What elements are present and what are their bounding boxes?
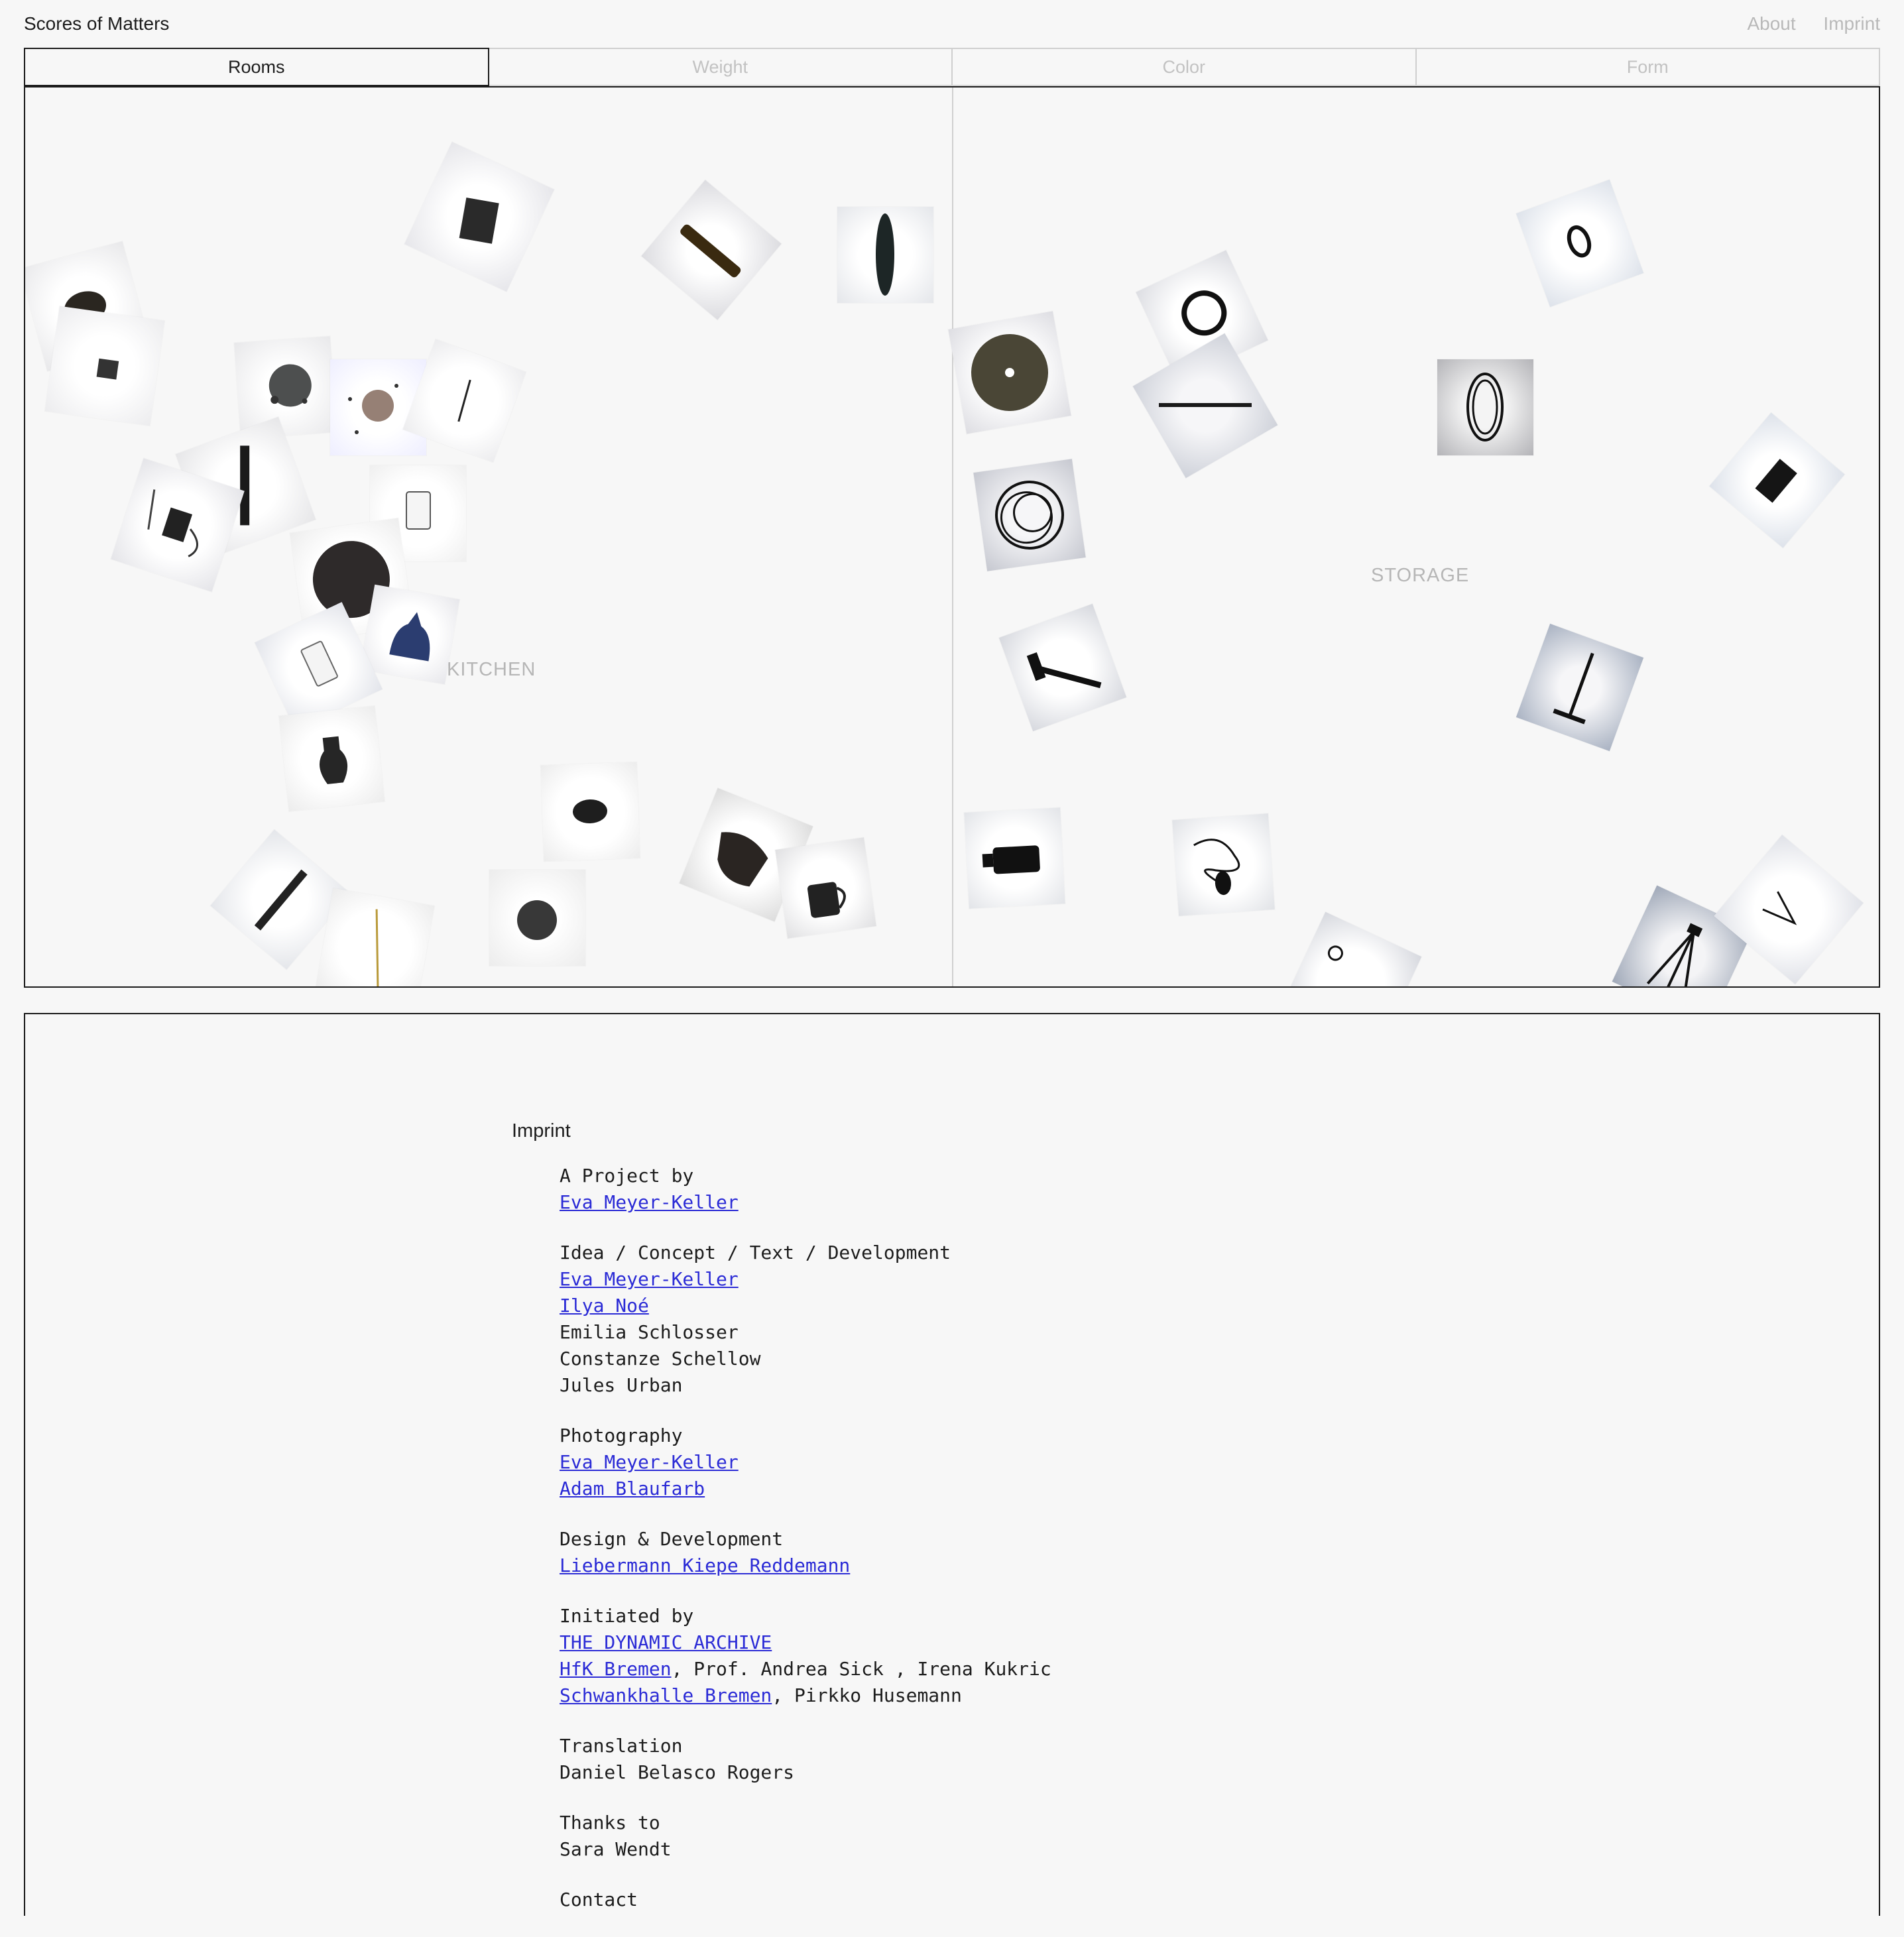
object-stage: KITCHEN STORAGE — [24, 86, 1880, 988]
nav-about-link[interactable]: About — [1747, 13, 1795, 34]
credit-label: Initiated by — [560, 1605, 694, 1627]
credit-link[interactable]: Eva Meyer-Keller — [560, 1191, 739, 1213]
object-photo[interactable] — [1516, 623, 1644, 752]
object-photo[interactable] — [998, 603, 1127, 732]
credit-group-initiated: Initiated by THE DYNAMIC ARCHIVE HfK Bre… — [560, 1603, 1051, 1709]
imprint-panel: Imprint A Project by Eva Meyer-Keller Id… — [24, 1013, 1880, 1916]
object-photo[interactable] — [1172, 813, 1275, 916]
credit-name: , Prof. Andrea Sick , Irena Kukric — [671, 1658, 1051, 1680]
object-photo[interactable] — [1709, 412, 1845, 548]
credit-group-idea: Idea / Concept / Text / Development Eva … — [560, 1240, 1051, 1399]
object-photo[interactable] — [1132, 333, 1278, 479]
credit-group-contact: Contact — [560, 1887, 1051, 1913]
object-photo[interactable] — [837, 207, 933, 303]
credit-label: Contact — [560, 1889, 638, 1910]
object-photo[interactable] — [1280, 911, 1422, 986]
object-photo[interactable] — [44, 306, 165, 426]
object-photo[interactable] — [1437, 359, 1533, 455]
credit-label: Design & Development — [560, 1528, 784, 1550]
site-title[interactable]: Scores of Matters — [24, 13, 169, 34]
credit-link[interactable]: Schwankhalle Bremen — [560, 1684, 772, 1706]
tab-form[interactable]: Form — [1416, 48, 1880, 86]
sort-tabs: Rooms Weight Color Form — [24, 48, 1880, 86]
object-photo[interactable] — [278, 705, 385, 812]
credit-label: Thanks to — [560, 1812, 660, 1834]
object-photo[interactable] — [404, 142, 554, 292]
credit-link[interactable]: Ilya Noé — [560, 1295, 649, 1317]
object-photo[interactable] — [948, 311, 1071, 434]
credit-label: Photography — [560, 1425, 683, 1446]
tab-rooms[interactable]: Rooms — [24, 48, 489, 86]
credit-link[interactable]: THE DYNAMIC ARCHIVE — [560, 1631, 772, 1653]
credit-name: Sara Wendt — [560, 1838, 672, 1860]
credit-group-thanks: Thanks to Sara Wendt — [560, 1810, 1051, 1863]
tab-color[interactable]: Color — [953, 48, 1417, 86]
credit-link[interactable]: Eva Meyer-Keller — [560, 1268, 739, 1290]
object-photo[interactable] — [775, 837, 876, 939]
credit-link[interactable]: Adam Blaufarb — [560, 1478, 705, 1499]
room-label-storage: STORAGE — [1371, 565, 1470, 586]
room-label-kitchen: KITCHEN — [447, 659, 536, 680]
credit-group-project: A Project by Eva Meyer-Keller — [560, 1163, 1051, 1216]
credit-group-translation: Translation Daniel Belasco Rogers — [560, 1733, 1051, 1786]
credit-name: , Pirkko Husemann — [772, 1684, 962, 1706]
object-photo[interactable] — [964, 807, 1065, 909]
object-photo[interactable] — [1516, 179, 1644, 308]
nav-imprint-link[interactable]: Imprint — [1823, 13, 1880, 34]
imprint-title: Imprint — [512, 1120, 571, 1142]
tab-weight[interactable]: Weight — [489, 48, 953, 86]
credit-label: Translation — [560, 1735, 683, 1757]
room-divider — [952, 88, 953, 986]
credit-link[interactable]: HfK Bremen — [560, 1658, 672, 1680]
credit-group-design: Design & Development Liebermann Kiepe Re… — [560, 1526, 1051, 1579]
credit-label: Idea / Concept / Text / Development — [560, 1242, 951, 1263]
object-photo[interactable] — [973, 459, 1086, 571]
object-photo[interactable] — [641, 180, 782, 320]
object-photo[interactable] — [359, 584, 460, 685]
object-photo[interactable] — [315, 888, 435, 986]
credit-link[interactable]: Liebermann Kiepe Reddemann — [560, 1555, 850, 1576]
top-nav: About Imprint — [1724, 13, 1880, 34]
object-photo[interactable] — [540, 762, 640, 862]
credit-name: Daniel Belasco Rogers — [560, 1761, 795, 1783]
credit-label: A Project by — [560, 1165, 694, 1187]
credits-list: A Project by Eva Meyer-Keller Idea / Con… — [560, 1163, 1051, 1937]
object-photo[interactable] — [489, 870, 585, 966]
object-photo[interactable] — [234, 336, 337, 439]
credit-link[interactable]: Eva Meyer-Keller — [560, 1451, 739, 1473]
credit-name: Emilia Schlosser — [560, 1321, 739, 1343]
credit-name: Jules Urban — [560, 1374, 683, 1396]
credit-name: Constanze Schellow — [560, 1348, 761, 1370]
credit-group-photography: Photography Eva Meyer-Keller Adam Blaufa… — [560, 1423, 1051, 1502]
